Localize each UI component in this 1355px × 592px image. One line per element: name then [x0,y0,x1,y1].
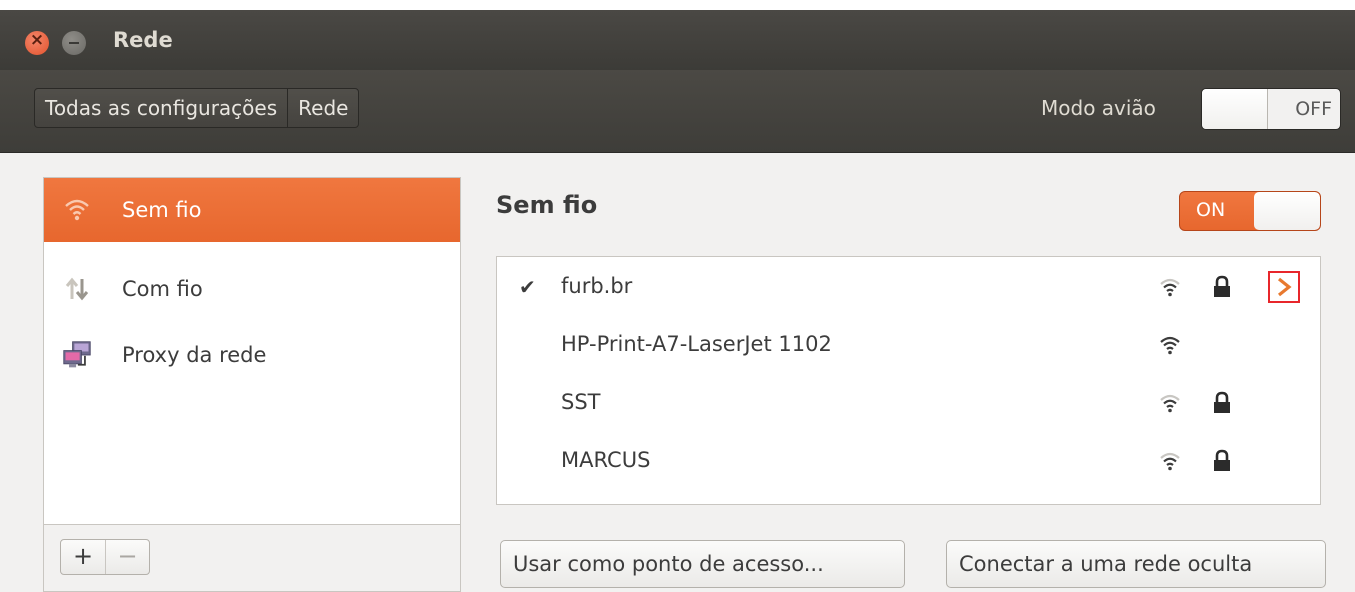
sidebar-item-proxy[interactable]: Proxy da rede [44,323,460,387]
network-settings-button[interactable] [1268,271,1300,303]
wired-icon [62,274,92,304]
airplane-mode-state: OFF [1295,98,1332,120]
network-name: MARCUS [561,448,651,472]
network-name: SST [561,390,601,414]
add-connection-button[interactable]: + [61,540,105,574]
device-list: Sem fio Com fio Proxy da rede [43,177,461,525]
minimize-window-button[interactable] [62,31,86,55]
connect-hidden-network-button[interactable]: Conectar a uma rede oculta [946,540,1326,588]
sidebar-item-label: Com fio [122,277,203,301]
breadcrumb: Todas as configurações Rede [34,88,360,128]
network-name: HP-Print-A7-LaserJet 1102 [561,332,832,356]
header-bar: Todas as configurações Rede Modo avião O… [0,70,1355,153]
wireless-toggle-state: ON [1196,199,1226,221]
breadcrumb-rede[interactable]: Rede [287,89,358,127]
chevron-right-icon [1278,277,1292,297]
network-row[interactable]: MARCUS [497,433,1320,491]
wifi-icon [62,195,92,225]
network-row[interactable]: SST [497,375,1320,433]
breadcrumb-all-settings[interactable]: Todas as configurações [35,89,287,127]
network-row[interactable]: HP-Print-A7-LaserJet 1102 [497,317,1320,375]
toggle-knob [1254,192,1320,230]
network-name: furb.br [561,274,633,298]
window-title: Rede [113,28,173,52]
sidebar-toolbar: + − [43,525,461,592]
signal-strength-icon [1160,452,1180,471]
signal-strength-icon [1160,394,1180,413]
lock-icon [1214,391,1230,413]
signal-strength-icon [1160,336,1180,355]
sidebar-item-label: Sem fio [122,198,202,222]
close-window-button[interactable] [25,30,49,55]
signal-strength-icon [1160,278,1180,297]
use-as-hotspot-button[interactable]: Usar como ponto de acesso... [500,540,905,588]
airplane-mode-label: Modo avião [1041,96,1156,120]
network-list: ✔ furb.br HP-Print-A7-LaserJet 1102 SST … [496,256,1321,505]
network-row[interactable]: ✔ furb.br [497,259,1320,317]
lock-icon [1214,449,1230,471]
toggle-knob [1202,89,1268,129]
wireless-toggle[interactable]: ON [1179,191,1321,231]
lock-icon [1214,275,1230,297]
airplane-mode-toggle[interactable]: OFF [1201,88,1341,130]
add-remove-group: + − [60,539,150,575]
sidebar-item-wireless[interactable]: Sem fio [44,178,460,242]
panel-title: Sem fio [496,191,598,219]
sidebar-item-wired[interactable]: Com fio [44,257,460,321]
proxy-icon [62,340,92,370]
remove-connection-button[interactable]: − [104,540,149,574]
connected-check-icon: ✔ [519,275,536,299]
sidebar-item-label: Proxy da rede [122,343,267,367]
title-bar: Rede [0,10,1355,70]
